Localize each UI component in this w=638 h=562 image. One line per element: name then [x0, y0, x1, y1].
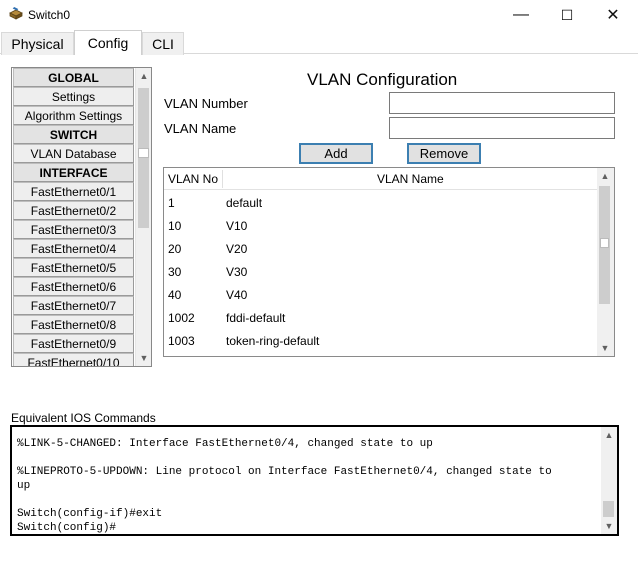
- vlan-no-cell: 1003: [168, 334, 195, 348]
- vlan-table-scrollbar[interactable]: ▲ ▼: [597, 168, 614, 356]
- tab-label: Config: [87, 35, 129, 51]
- scroll-up-icon[interactable]: ▲: [597, 168, 613, 184]
- nav-item[interactable]: FastEthernet0/2: [13, 201, 134, 220]
- scroll-thumb[interactable]: [603, 501, 614, 517]
- switch-device-icon: [9, 7, 23, 20]
- vlan-no-cell: 30: [168, 265, 182, 279]
- vlan-name-input[interactable]: [389, 117, 615, 139]
- window-title: Switch0: [28, 8, 71, 22]
- tab-label: CLI: [152, 36, 174, 52]
- ios-commands-label: Equivalent IOS Commands: [11, 411, 156, 425]
- table-row[interactable]: 40 V40: [164, 283, 597, 306]
- nav-item[interactable]: FastEthernet0/6: [13, 277, 134, 296]
- nav-item[interactable]: Algorithm Settings: [13, 106, 134, 125]
- remove-button[interactable]: Remove: [407, 143, 481, 164]
- table-row[interactable]: 10 V10: [164, 214, 597, 237]
- vlan-config-title: VLAN Configuration: [307, 70, 458, 89]
- vlan-name-cell: fddi-default: [226, 311, 286, 325]
- table-row[interactable]: 1003 token-ring-default: [164, 329, 597, 352]
- vlan-no-cell: 20: [168, 242, 182, 256]
- nav-list: GLOBAL Settings Algorithm Settings SWITCH VL…: [12, 68, 135, 366]
- console-line: up: [17, 480, 31, 492]
- scroll-up-icon[interactable]: ▲: [136, 68, 151, 84]
- console-line: Switch(config)#: [17, 522, 117, 534]
- add-button[interactable]: Add: [299, 143, 373, 164]
- nav-section-header: INTERFACE: [13, 163, 134, 182]
- table-row[interactable]: 1 default: [164, 191, 597, 214]
- config-nav-panel: GLOBAL Settings Algorithm Settings SWITCH VL…: [11, 67, 152, 367]
- vlan-table-header: VLAN No VLAN Name: [164, 168, 597, 190]
- vlan-name-cell: token-ring-default: [226, 334, 320, 348]
- close-icon: ✕: [606, 7, 620, 24]
- close-button[interactable]: ✕: [590, 0, 636, 30]
- nav-item[interactable]: FastEthernet0/8: [13, 315, 134, 334]
- nav-item[interactable]: FastEthernet0/1: [13, 182, 134, 201]
- nav-section-header: GLOBAL: [13, 68, 134, 87]
- vlan-name-cell: V40: [226, 288, 248, 302]
- scroll-thumb-grip: [600, 238, 609, 248]
- column-header-vlan-name[interactable]: VLAN Name: [377, 172, 444, 186]
- vlan-number-label: VLAN Number: [164, 96, 248, 111]
- table-row[interactable]: 20 V20: [164, 237, 597, 260]
- nav-section-header: SWITCH: [13, 125, 134, 144]
- tab-config[interactable]: Config: [74, 30, 142, 55]
- minimize-button[interactable]: —: [498, 0, 544, 30]
- nav-item[interactable]: FastEthernet0/5: [13, 258, 134, 277]
- nav-item[interactable]: FastEthernet0/3: [13, 220, 134, 239]
- minimize-icon: —: [513, 6, 529, 23]
- nav-item[interactable]: FastEthernet0/7: [13, 296, 134, 315]
- tab-label: Physical: [11, 36, 64, 52]
- nav-item[interactable]: FastEthernet0/9: [13, 334, 134, 353]
- column-header-vlan-no[interactable]: VLAN No: [168, 172, 218, 186]
- vlan-no-cell: 40: [168, 288, 182, 302]
- vlan-table: VLAN No VLAN Name 1 default 10 V10 20 V20 30 V3…: [163, 167, 615, 357]
- nav-item[interactable]: FastEthernet0/10: [13, 353, 134, 366]
- scroll-thumb-grip: [138, 148, 149, 158]
- tab-physical[interactable]: Physical: [1, 32, 74, 55]
- nav-item[interactable]: Settings: [13, 87, 134, 106]
- vlan-name-label: VLAN Name: [164, 121, 237, 136]
- console-line: %LINEPROTO-5-UPDOWN: Line protocol on In…: [17, 466, 552, 478]
- vlan-name-cell: V10: [226, 219, 248, 233]
- maximize-icon: ☐: [560, 6, 574, 23]
- vlan-no-cell: 1002: [168, 311, 195, 325]
- scroll-thumb[interactable]: [138, 88, 149, 228]
- vlan-no-cell: 1: [168, 196, 175, 210]
- table-row[interactable]: 1002 fddi-default: [164, 306, 597, 329]
- nav-item[interactable]: FastEthernet0/4: [13, 239, 134, 258]
- ios-console-text: %LINK-5-CHANGED: Interface FastEthernet0…: [17, 437, 597, 534]
- scroll-down-icon[interactable]: ▼: [136, 350, 151, 366]
- scroll-down-icon[interactable]: ▼: [601, 518, 617, 534]
- tab-cli[interactable]: CLI: [142, 32, 184, 55]
- vlan-name-cell: V20: [226, 242, 248, 256]
- ios-console[interactable]: %LINK-5-CHANGED: Interface FastEthernet0…: [10, 425, 619, 536]
- console-line: Switch(config-if)#exit: [17, 508, 163, 520]
- vlan-number-input[interactable]: [389, 92, 615, 114]
- table-row[interactable]: 30 V30: [164, 260, 597, 283]
- console-line: %LINK-5-CHANGED: Interface FastEthernet0…: [17, 438, 433, 450]
- console-scrollbar[interactable]: ▲ ▼: [601, 427, 617, 534]
- nav-scrollbar[interactable]: ▲ ▼: [135, 68, 151, 366]
- scroll-up-icon[interactable]: ▲: [601, 427, 617, 443]
- vlan-name-cell: V30: [226, 265, 248, 279]
- nav-item[interactable]: VLAN Database: [13, 144, 134, 163]
- column-divider[interactable]: [222, 170, 223, 188]
- scroll-down-icon[interactable]: ▼: [597, 340, 613, 356]
- vlan-no-cell: 10: [168, 219, 182, 233]
- vlan-name-cell: default: [226, 196, 263, 210]
- maximize-button[interactable]: ☐: [544, 0, 590, 30]
